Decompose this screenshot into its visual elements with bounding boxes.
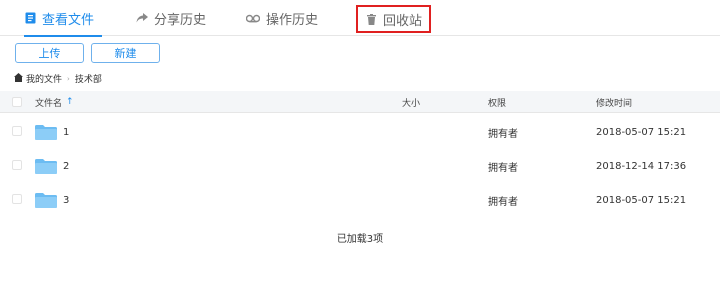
- new-button[interactable]: 新建: [91, 43, 160, 63]
- column-size: 大小: [402, 98, 421, 109]
- folder-icon: [35, 115, 57, 149]
- tab-label: 分享历史: [154, 12, 207, 28]
- file-name[interactable]: 2: [63, 149, 69, 183]
- row-checkbox[interactable]: [12, 126, 22, 136]
- table-row[interactable]: 1 拥有者 2018-05-07 15:21: [0, 115, 720, 149]
- tab-label: 回收站: [383, 13, 423, 29]
- tab-label: 操作历史: [266, 12, 319, 28]
- select-all-checkbox[interactable]: [12, 97, 22, 107]
- tab-recycle-bin[interactable]: 回收站: [355, 5, 432, 33]
- chevron-right-icon: ›: [67, 74, 70, 83]
- breadcrumb-root[interactable]: 我的文件: [26, 72, 62, 85]
- file-modified: 2018-05-07 15:21: [596, 126, 687, 138]
- breadcrumb: 我的文件 › 技术部: [14, 72, 102, 85]
- column-modified: 修改时间: [596, 98, 633, 109]
- tab-share-history[interactable]: 分享历史: [136, 0, 206, 36]
- file-name[interactable]: 1: [63, 115, 69, 149]
- upload-button[interactable]: 上传: [15, 43, 84, 63]
- file-permission: 拥有者: [488, 196, 518, 208]
- file-modified: 2018-05-07 15:21: [596, 194, 687, 206]
- row-checkbox[interactable]: [12, 160, 22, 170]
- history-icon: [246, 12, 260, 24]
- tab-operation-history[interactable]: 操作历史: [246, 0, 318, 36]
- folder-icon: [35, 183, 57, 217]
- file-modified: 2018-12-14 17:36: [596, 160, 687, 172]
- share-icon: [136, 12, 148, 24]
- folder-icon: [35, 149, 57, 183]
- column-permission: 权限: [488, 98, 507, 109]
- row-checkbox[interactable]: [12, 194, 22, 204]
- file-name[interactable]: 3: [63, 183, 69, 217]
- load-status: 已加载3项: [336, 234, 384, 245]
- sort-up-icon: ↑: [66, 97, 74, 107]
- column-name[interactable]: 文件名 ↑: [35, 91, 74, 113]
- file-view-icon: [24, 12, 36, 24]
- breadcrumb-current: 技术部: [74, 75, 102, 85]
- tab-label: 查看文件: [42, 12, 95, 28]
- trash-icon: [365, 13, 377, 25]
- file-permission: 拥有者: [488, 162, 518, 174]
- tab-view-files[interactable]: 查看文件: [24, 0, 103, 37]
- file-permission: 拥有者: [488, 128, 518, 140]
- table-header: 文件名 ↑ 大小 权限 修改时间: [0, 91, 720, 113]
- table-row[interactable]: 3 拥有者 2018-05-07 15:21: [0, 183, 720, 217]
- tab-bar: 查看文件 分享历史 操作历史 回收站: [0, 0, 720, 37]
- home-icon: [14, 72, 23, 85]
- table-row[interactable]: 2 拥有者 2018-12-14 17:36: [0, 149, 720, 183]
